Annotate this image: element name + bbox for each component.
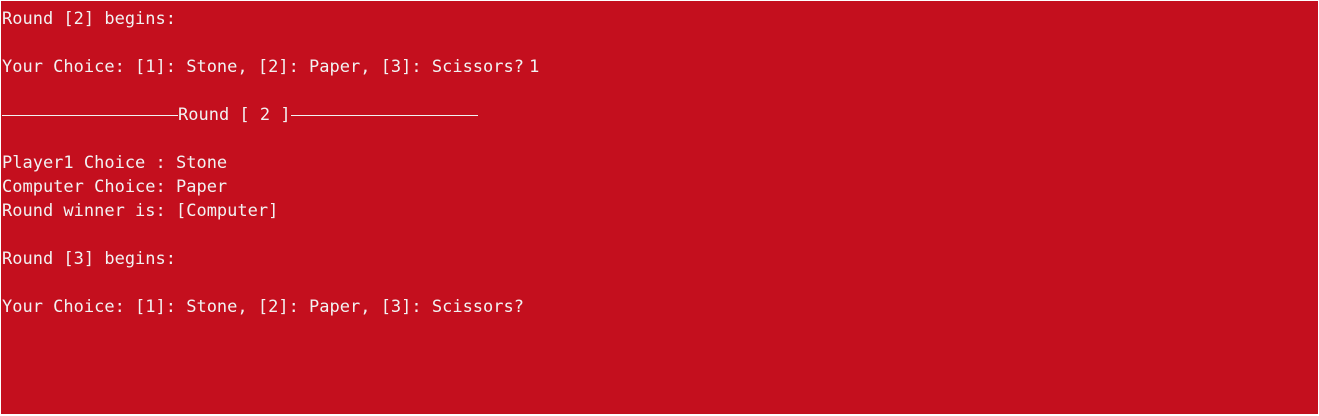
choice-prompt-active: Your Choice: [1]: Stone, [2]: Paper, [3]…	[2, 297, 524, 317]
round-3-begins-line: Round [3] begins:	[2, 249, 176, 269]
choice-prompt: Your Choice: [1]: Stone, [2]: Paper, [3]…	[2, 57, 524, 77]
console-output: Round [2] begins: Your Choice: [1]: Ston…	[2, 7, 539, 319]
round-winner-line: Round winner is: [Computer]	[2, 201, 279, 221]
player1-choice-line: Player1 Choice : Stone	[2, 153, 228, 173]
header-rule-right	[290, 103, 478, 116]
round-2-begins-line: Round [2] begins:	[2, 9, 176, 29]
header-rule-left	[2, 103, 178, 116]
choice-input-value: 1	[529, 57, 540, 77]
choice-prompt-line: Your Choice: [1]: Stone, [2]: Paper, [3]…	[2, 55, 539, 79]
choice-prompt-line-active[interactable]: Your Choice: [1]: Stone, [2]: Paper, [3]…	[2, 295, 539, 319]
round-header-line: Round [ 2 ]	[2, 103, 539, 127]
round-header-label: Round [ 2 ]	[178, 105, 291, 125]
computer-choice-line: Computer Choice: Paper	[2, 177, 228, 197]
console-window[interactable]: Round [2] begins: Your Choice: [1]: Ston…	[1, 1, 1318, 414]
